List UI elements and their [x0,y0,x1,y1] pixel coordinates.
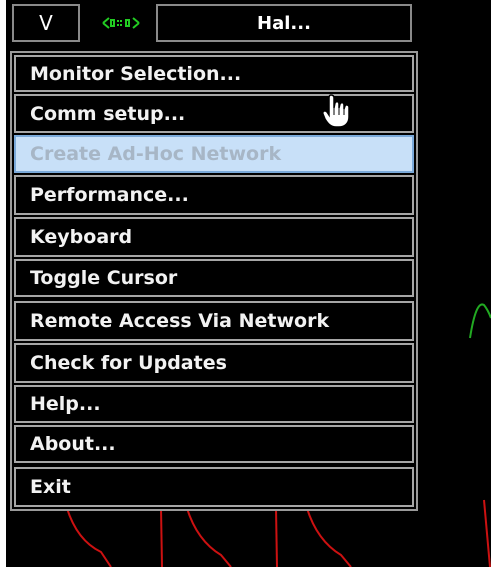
network-link-icon [102,17,140,29]
patient-name-button[interactable]: Hal... [156,4,412,42]
menu-item-label: Keyboard [30,226,133,248]
menu-item-label: Performance... [30,184,189,206]
menu-item-label: Toggle Cursor [30,267,178,289]
patient-name-label: Hal... [257,12,311,34]
menu-item-exit[interactable]: Exit [14,467,414,507]
menu-item-remote-access[interactable]: Remote Access Via Network [14,301,414,341]
network-status-button[interactable] [84,4,158,42]
menu-item-label: Create Ad-Hoc Network [30,143,282,165]
red-waveform-5 [305,504,352,567]
menu-item-label: Check for Updates [30,352,227,374]
version-label: V [39,11,53,35]
menu-item-performance[interactable]: Performance... [14,175,414,215]
menu-item-about[interactable]: About... [14,425,414,463]
red-waveform-3 [185,504,232,567]
hand-cursor-icon [322,94,350,128]
monitor-screen: V Hal... Monitor Selection... Comm setup… [6,0,491,567]
menu-item-create-adhoc-network[interactable]: Create Ad-Hoc Network [14,135,414,173]
main-menu: Monitor Selection... Comm setup... Creat… [10,51,418,511]
red-waveform-1 [65,504,112,567]
menu-item-comm-setup[interactable]: Comm setup... [14,94,414,133]
red-waveform-6 [483,499,491,567]
menu-item-label: Remote Access Via Network [30,310,330,332]
menu-item-check-updates[interactable]: Check for Updates [14,343,414,383]
green-waveform [469,303,491,339]
menu-item-monitor-selection[interactable]: Monitor Selection... [14,55,414,92]
red-waveform-4 [275,507,278,567]
version-button[interactable]: V [12,4,80,42]
menu-item-label: Monitor Selection... [30,62,242,85]
menu-item-label: Help... [30,393,101,415]
menu-item-help[interactable]: Help... [14,385,414,423]
red-waveform-2 [160,507,163,567]
menu-item-label: Exit [30,476,71,498]
menu-item-label: About... [30,433,116,455]
menu-item-label: Comm setup... [30,102,186,125]
menu-item-keyboard[interactable]: Keyboard [14,217,414,257]
menu-item-toggle-cursor[interactable]: Toggle Cursor [14,259,414,297]
